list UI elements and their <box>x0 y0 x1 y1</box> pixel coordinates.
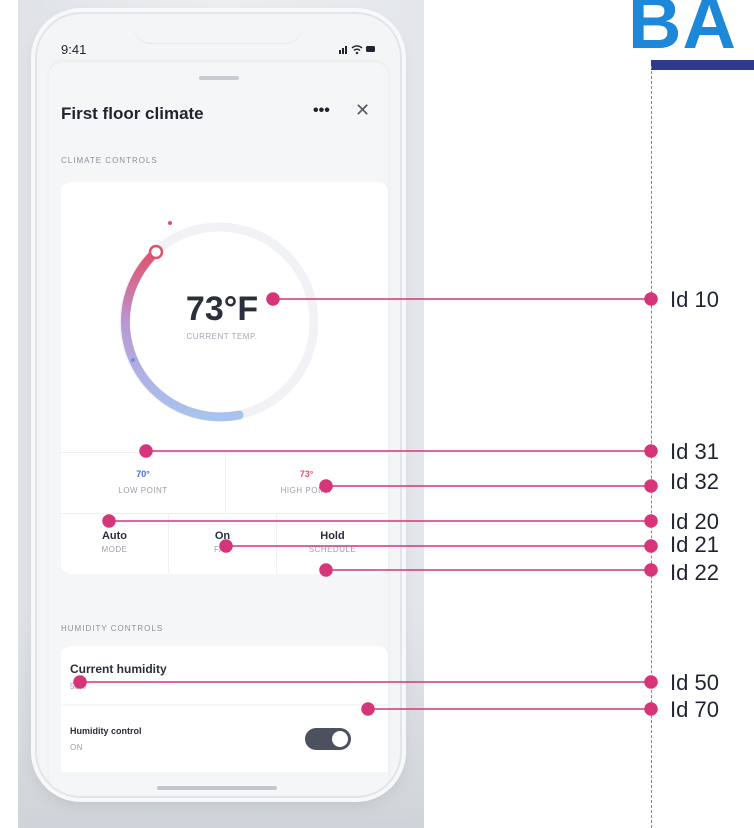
callout-end-10 <box>644 292 658 306</box>
callout-end-32 <box>644 479 658 493</box>
callout-dot-10 <box>266 292 280 306</box>
callout-end-31 <box>644 444 658 458</box>
callout-label-22: Id 22 <box>670 560 719 585</box>
callout-end-22 <box>644 563 658 577</box>
callout-annotations <box>73 292 658 716</box>
callout-label-50: Id 50 <box>670 670 719 695</box>
callout-label-32: Id 32 <box>670 469 719 494</box>
callout-end-20 <box>644 514 658 528</box>
callout-label-21: Id 21 <box>670 532 719 557</box>
callout-end-50 <box>644 675 658 689</box>
callout-dot-50 <box>73 675 87 689</box>
callout-dot-32 <box>319 479 333 493</box>
callout-end-21 <box>644 539 658 553</box>
callout-end-70 <box>644 702 658 716</box>
callout-label-31: Id 31 <box>670 439 719 464</box>
callout-dot-21 <box>219 539 233 553</box>
callout-dot-22 <box>319 563 333 577</box>
callout-label-10: Id 10 <box>670 287 719 312</box>
callout-dot-70 <box>361 702 375 716</box>
callout-dot-31 <box>139 444 153 458</box>
callout-dot-20 <box>102 514 116 528</box>
callout-label-70: Id 70 <box>670 697 719 722</box>
